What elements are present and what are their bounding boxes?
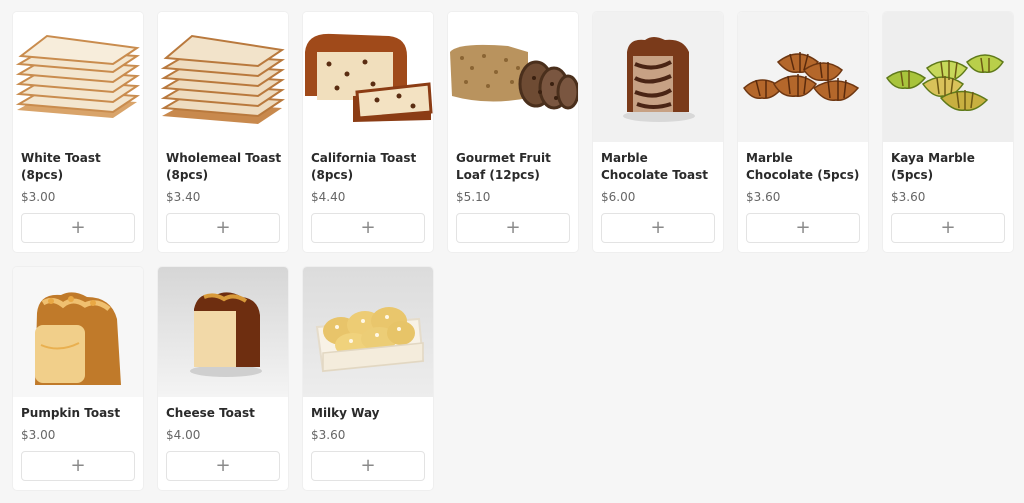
add-to-cart-button[interactable]: + (21, 451, 135, 481)
plus-icon: + (940, 217, 956, 238)
plus-icon: + (70, 455, 86, 476)
add-to-cart-button[interactable]: + (311, 213, 425, 243)
product-name: Marble Chocolate Toast (601, 151, 709, 182)
product-name: Wholemeal Toast (8pcs) (166, 151, 282, 182)
product-price: $4.40 (311, 190, 346, 204)
product-name: California Toast (8pcs) (311, 151, 417, 182)
add-to-cart-button[interactable]: + (21, 213, 135, 243)
add-to-cart-button[interactable]: + (891, 213, 1005, 243)
product-name: Milky Way (311, 406, 380, 420)
product-card-milky-way[interactable]: Milky Way $3.60 + (303, 267, 433, 490)
add-to-cart-button[interactable]: + (746, 213, 860, 243)
product-card-marble-chocolate-toast[interactable]: Marble Chocolate Toast $6.00 + (593, 12, 723, 252)
cheese-toast-image[interactable] (158, 267, 288, 397)
plus-icon: + (795, 217, 811, 238)
product-price: $6.00 (601, 190, 636, 204)
marble-chocolate-croissant-image[interactable] (738, 12, 868, 142)
product-name: Kaya Marble (5pcs) (891, 151, 975, 182)
add-to-cart-button[interactable]: + (456, 213, 570, 243)
product-name: Gourmet Fruit Loaf (12pcs) (456, 151, 551, 182)
milky-way-bun-image[interactable] (303, 267, 433, 397)
white-toast-image[interactable] (13, 12, 143, 142)
product-price: $3.60 (891, 190, 926, 204)
product-price: $3.40 (166, 190, 201, 204)
product-name: Cheese Toast (166, 406, 255, 420)
plus-icon: + (215, 217, 231, 238)
product-card-california-toast[interactable]: California Toast (8pcs) $4.40 + (303, 12, 433, 252)
product-price: $3.60 (311, 428, 346, 442)
california-toast-image[interactable] (303, 12, 433, 142)
plus-icon: + (650, 217, 666, 238)
plus-icon: + (505, 217, 521, 238)
marble-chocolate-toast-image[interactable] (593, 12, 723, 142)
add-to-cart-button[interactable]: + (166, 451, 280, 481)
pumpkin-toast-image[interactable] (13, 267, 143, 397)
product-card-pumpkin-toast[interactable]: Pumpkin Toast $3.00 + (13, 267, 143, 490)
product-card-white-toast[interactable]: White Toast (8pcs) $3.00 + (13, 12, 143, 252)
plus-icon: + (360, 455, 376, 476)
product-card-cheese-toast[interactable]: Cheese Toast $4.00 + (158, 267, 288, 490)
product-price: $3.00 (21, 428, 56, 442)
add-to-cart-button[interactable]: + (601, 213, 715, 243)
product-card-wholemeal-toast[interactable]: Wholemeal Toast (8pcs) $3.40 + (158, 12, 288, 252)
gourmet-fruit-loaf-image[interactable] (448, 12, 578, 142)
product-card-gourmet-fruit-loaf[interactable]: Gourmet Fruit Loaf (12pcs) $5.10 + (448, 12, 578, 252)
kaya-marble-croissant-image[interactable] (883, 12, 1013, 142)
product-card-marble-chocolate-croissant[interactable]: Marble Chocolate (5pcs) $3.60 + (738, 12, 868, 252)
plus-icon: + (215, 455, 231, 476)
product-price: $5.10 (456, 190, 491, 204)
product-price: $4.00 (166, 428, 201, 442)
product-name: Pumpkin Toast (21, 406, 121, 420)
product-price: $3.60 (746, 190, 781, 204)
plus-icon: + (360, 217, 376, 238)
wholemeal-toast-image[interactable] (158, 12, 288, 142)
product-name: Marble Chocolate (5pcs) (746, 151, 860, 182)
add-to-cart-button[interactable]: + (311, 451, 425, 481)
product-name: White Toast (8pcs) (21, 151, 101, 182)
product-price: $3.00 (21, 190, 56, 204)
product-card-kaya-marble[interactable]: Kaya Marble (5pcs) $3.60 + (883, 12, 1013, 252)
plus-icon: + (70, 217, 86, 238)
add-to-cart-button[interactable]: + (166, 213, 280, 243)
